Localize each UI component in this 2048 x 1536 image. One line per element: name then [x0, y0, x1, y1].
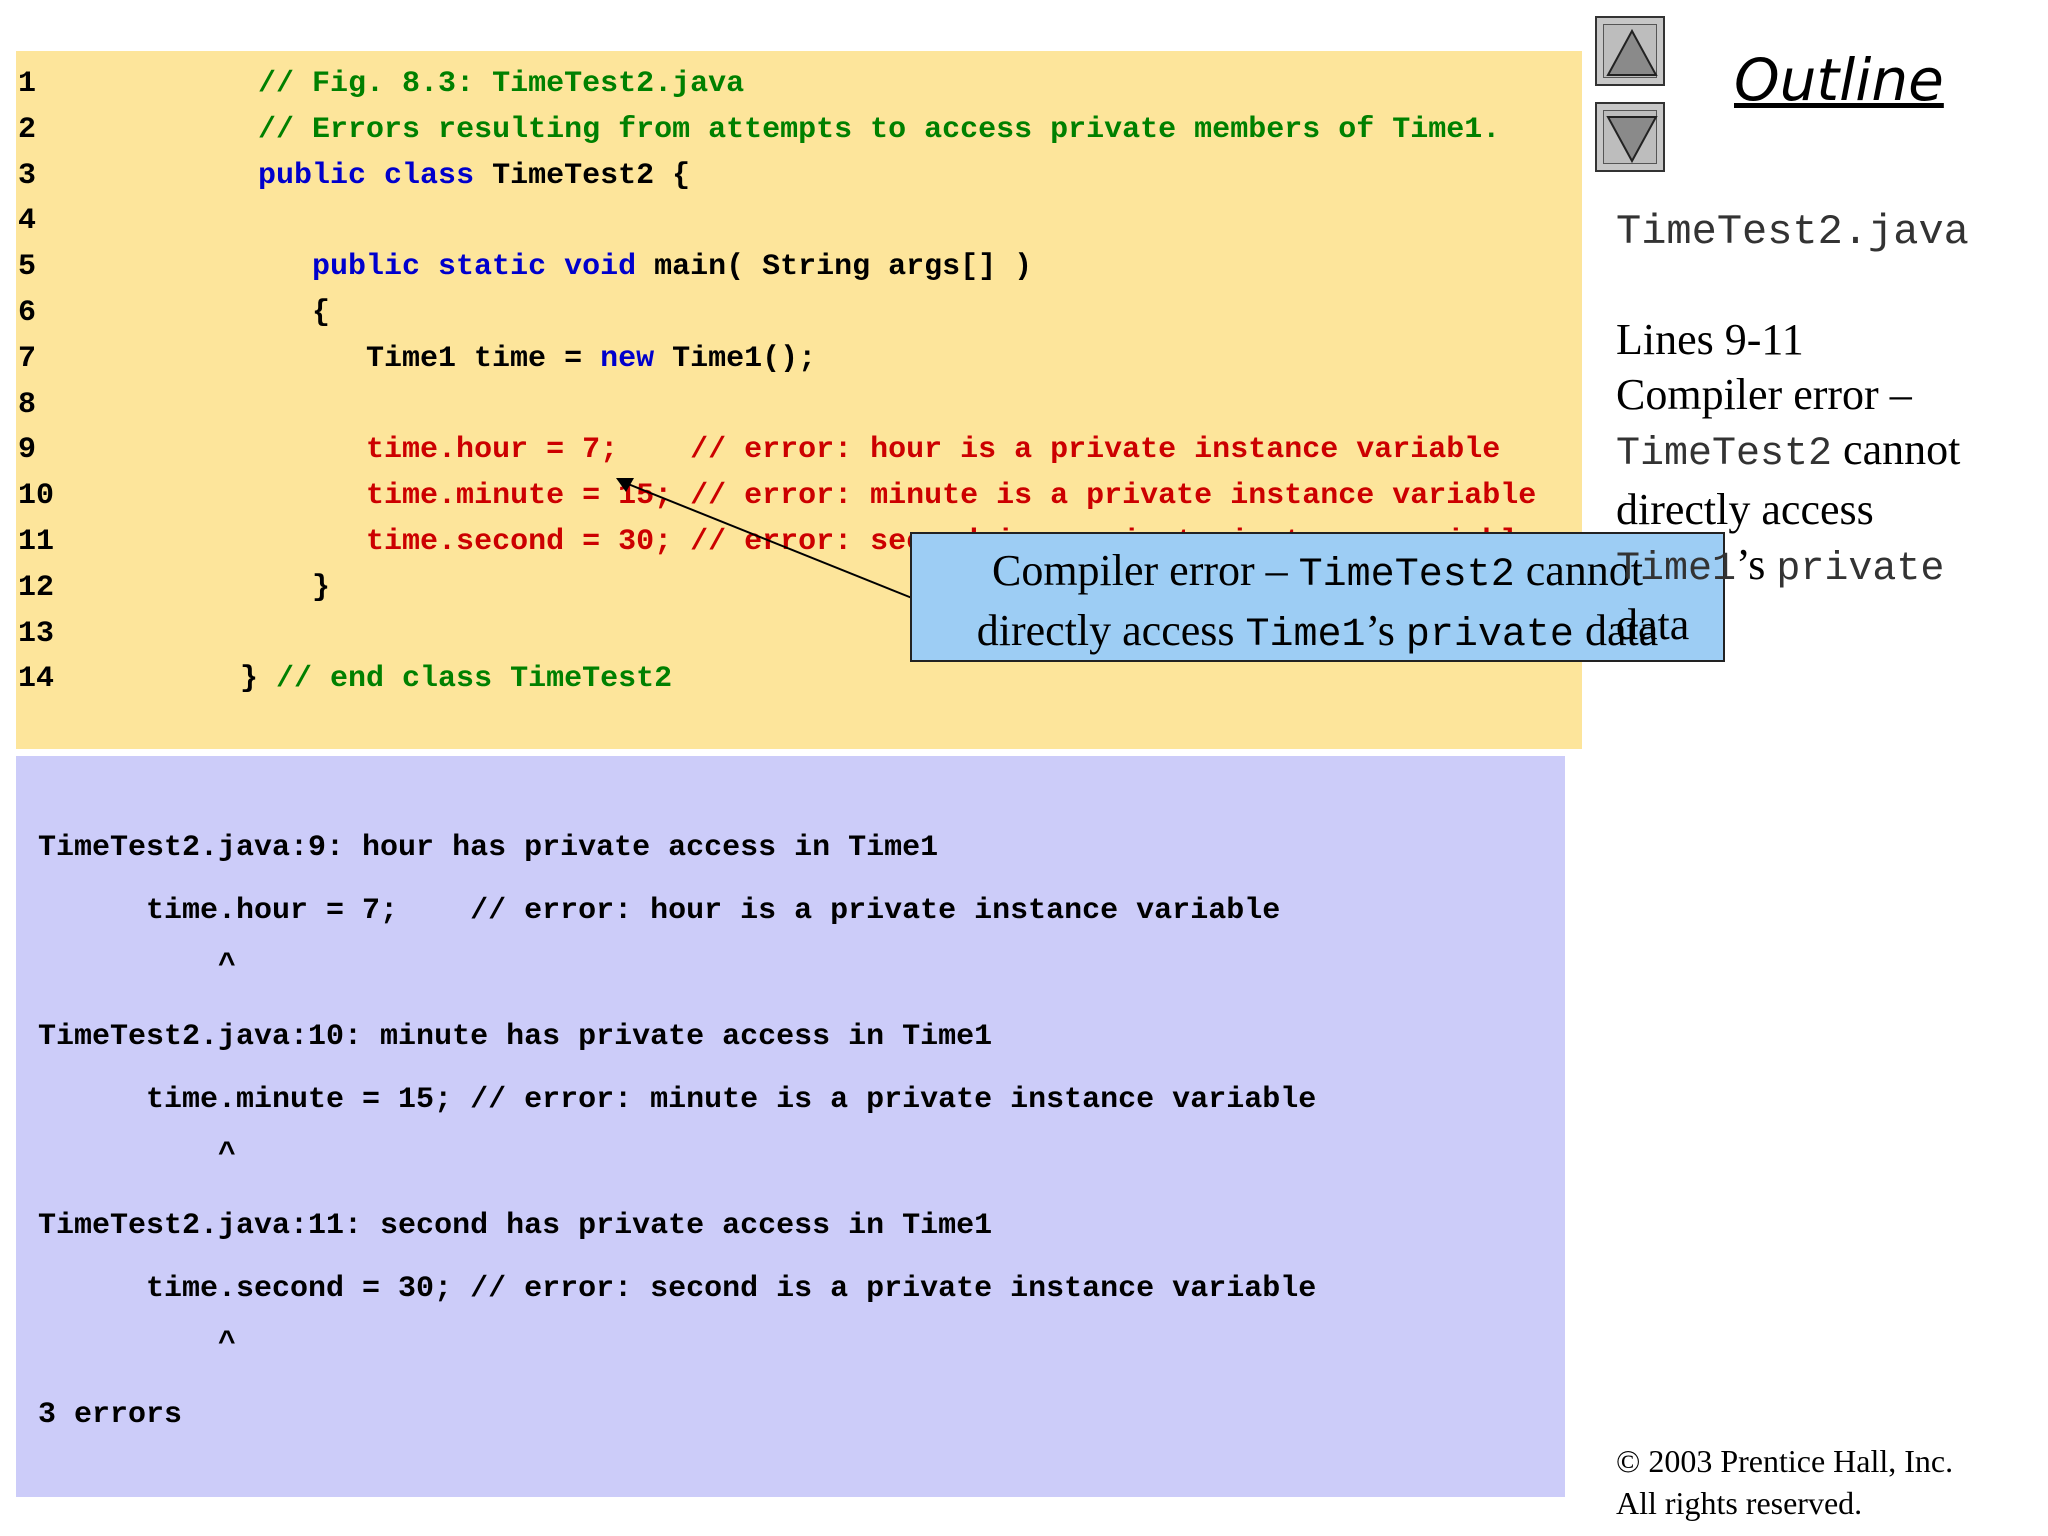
triangle-up-icon: [1606, 28, 1658, 76]
callout-line-2: directly access Time1’s private data: [976, 606, 1659, 658]
previous-slide-button[interactable]: [1595, 16, 1665, 86]
triangle-down-icon: [1606, 116, 1658, 164]
copyright-notice: © 2003 Prentice Hall, Inc. All rights re…: [1616, 1443, 1954, 1521]
sidebar-notes: Lines 9-11 Compiler error – TimeTest2 ca…: [1616, 315, 1961, 649]
callout-line-1: Compiler error – TimeTest2 cannot: [991, 546, 1644, 598]
next-slide-button[interactable]: [1595, 102, 1665, 172]
outline-title: Outline: [1734, 46, 1944, 114]
sidebar-file-name: TimeTest2.java: [1616, 208, 1969, 256]
callout-box: Compiler error – TimeTest2 cannot direct…: [910, 532, 1725, 662]
